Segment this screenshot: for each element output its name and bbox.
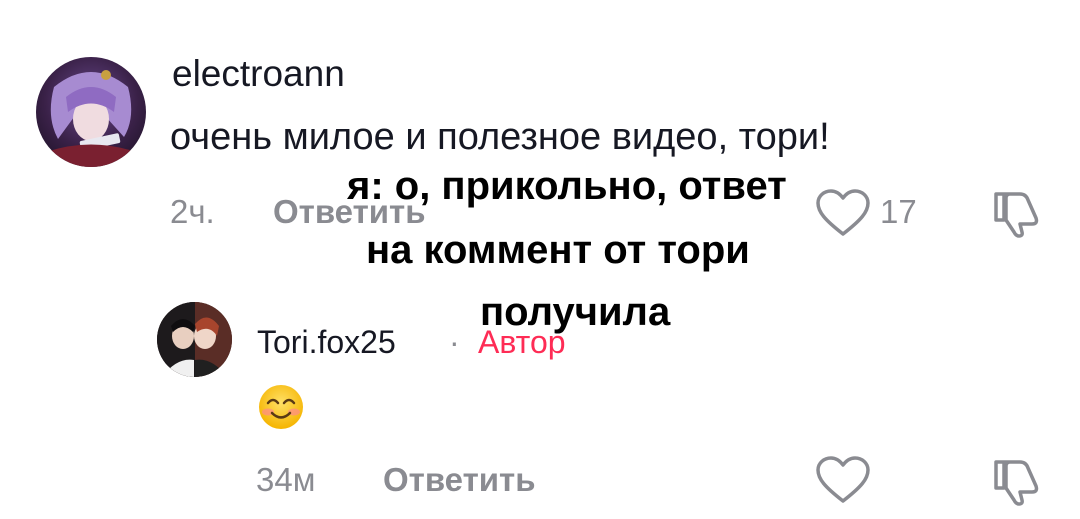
comment-text: очень милое и полезное видео, тори! <box>170 116 830 158</box>
like-count: 17 <box>880 193 917 230</box>
separator-dot: · <box>449 324 460 360</box>
reply-username[interactable]: Tori.fox25 <box>257 324 396 361</box>
overlay-caption-line: я: о, прикольно, ответ <box>347 164 787 208</box>
heart-icon[interactable] <box>815 455 871 505</box>
avatar-image <box>36 57 146 167</box>
overlay-caption-line: получила <box>480 290 671 334</box>
thumbs-down-icon[interactable] <box>992 190 1042 238</box>
avatar-image <box>157 302 232 377</box>
comment-timestamp: 2ч. <box>170 193 215 230</box>
reply-button[interactable]: Ответить <box>383 461 536 499</box>
heart-icon[interactable] <box>815 188 871 238</box>
smiling-face-emoji <box>257 383 305 436</box>
avatar-tori[interactable] <box>157 302 232 377</box>
comment-username[interactable]: electroann <box>172 53 345 95</box>
thumbs-down-icon[interactable] <box>992 458 1042 506</box>
reply-timestamp: 34м <box>256 461 316 498</box>
overlay-caption-line: на коммент от тори <box>366 228 750 272</box>
avatar-electroann[interactable] <box>36 57 146 167</box>
